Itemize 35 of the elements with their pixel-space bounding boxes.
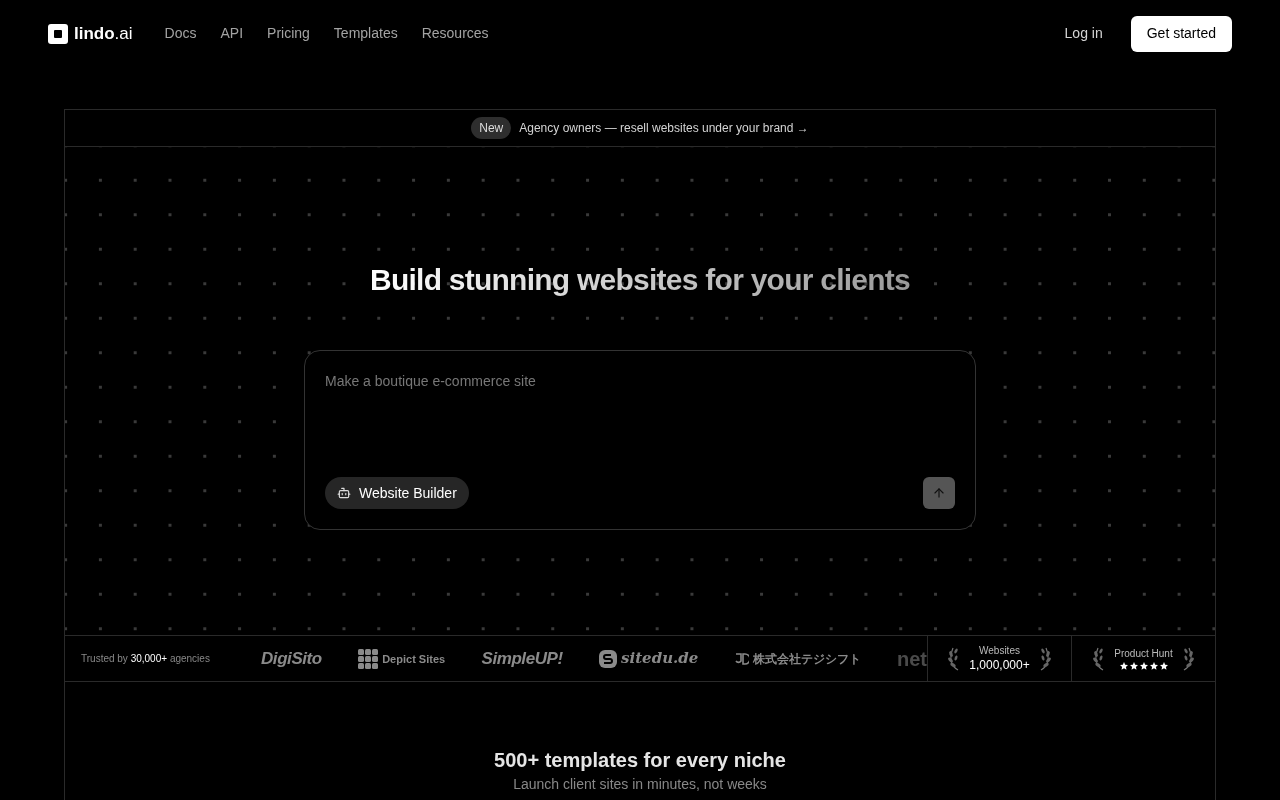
star-icon <box>1129 661 1138 670</box>
stat-value: 1,000,000+ <box>969 656 1030 673</box>
login-link[interactable]: Log in <box>1064 23 1103 44</box>
nav-link[interactable]: Templates <box>333 23 398 44</box>
client-logo: DigiSito <box>261 647 322 670</box>
mode-button[interactable]: Website Builder <box>325 477 469 509</box>
section-subtitle: Launch client sites in minutes, not weeks <box>513 776 767 792</box>
section-title: 500+ templates for every niche <box>494 748 786 772</box>
nav-link[interactable]: Docs <box>164 23 197 44</box>
prompt-input[interactable]: Make a boutique e-commerce site <box>325 371 955 392</box>
client-logo: sitedu.de <box>599 647 699 670</box>
nav-link[interactable]: API <box>220 23 244 44</box>
client-logo: 株式会社テジシフト <box>734 649 861 668</box>
get-started-button[interactable]: Get started <box>1130 15 1232 52</box>
nav-link[interactable]: Pricing <box>267 23 310 44</box>
grid-icon <box>358 648 379 669</box>
client-logo: Depict Sites <box>358 648 446 669</box>
client-logo: SimpleUP! <box>481 647 563 670</box>
jd-mark-icon <box>734 652 749 665</box>
stat-label: Product Hunt <box>1114 647 1173 660</box>
stat-label: Websites <box>979 644 1020 657</box>
client-logo: net <box>897 646 927 672</box>
robot-icon <box>337 486 351 500</box>
trust-text: Trusted by 30,000+ agencies <box>81 652 210 666</box>
star-icon <box>1139 661 1148 670</box>
new-badge: New <box>471 117 512 139</box>
nav-link[interactable]: Resources <box>421 23 489 44</box>
submit-button[interactable] <box>923 477 955 509</box>
announcement-link[interactable]: Agency owners — resell websites under your brand → <box>519 119 809 137</box>
logo-mark-icon <box>48 23 68 44</box>
brand-logo[interactable]: lindo.ai <box>48 20 133 47</box>
star-icon <box>1159 661 1168 670</box>
star-icon <box>1149 661 1158 670</box>
s-mark-icon <box>599 649 618 668</box>
star-icon <box>1119 661 1128 670</box>
